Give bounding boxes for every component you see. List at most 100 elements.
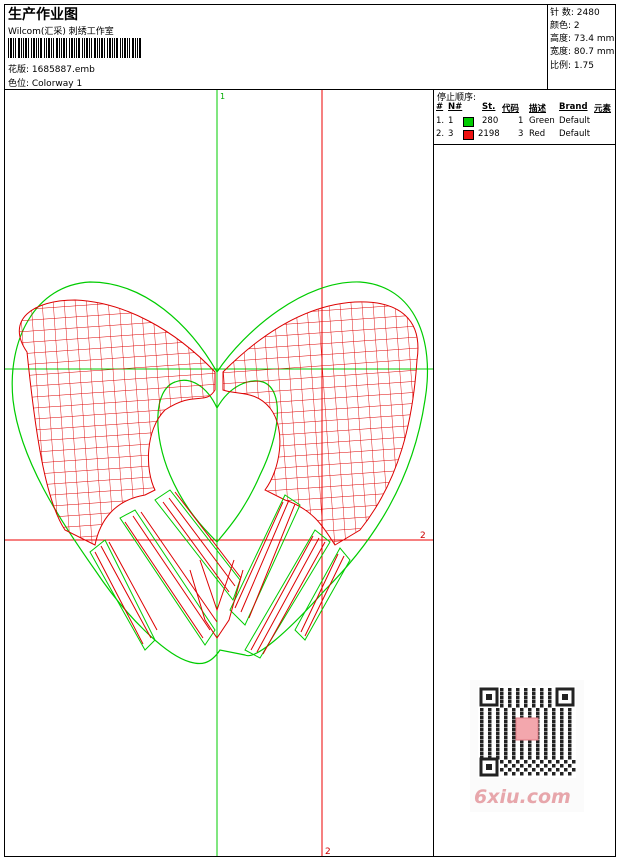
fingers-red-strokes: [94, 491, 345, 655]
barcode-bar: [18, 38, 20, 58]
qr-module: [568, 756, 572, 760]
barcode-bar: [36, 38, 37, 58]
qr-module: [528, 748, 532, 752]
qr-module: [504, 708, 508, 712]
barcode-bar: [120, 38, 121, 58]
qr-module: [552, 756, 556, 760]
qr-module: [568, 736, 572, 740]
barcode-bar: [112, 38, 113, 58]
qr-module: [516, 768, 520, 772]
qr-module: [480, 740, 484, 744]
barcode-bar: [86, 38, 88, 58]
qr-module: [564, 760, 568, 764]
col-header-needle: N#: [448, 102, 463, 112]
qr-module: [568, 772, 572, 776]
axis-label-v2: 2: [325, 847, 331, 856]
barcode-bar: [101, 38, 103, 58]
barcode-bar: [129, 38, 130, 58]
qr-module: [520, 712, 524, 716]
qr-module: [540, 696, 544, 700]
barcode-bar: [40, 38, 42, 58]
barcode-bar: [25, 38, 27, 58]
qr-module: [504, 764, 508, 768]
qr-module: [480, 720, 484, 724]
qr-module: [544, 720, 548, 724]
qr-module: [524, 696, 528, 700]
qr-module: [488, 724, 492, 728]
qr-module: [480, 712, 484, 716]
qr-module: [544, 736, 548, 740]
qr-module: [532, 692, 536, 696]
qr-module: [568, 720, 572, 724]
qr-module: [504, 732, 508, 736]
barcode-bar: [99, 38, 100, 58]
qr-module: [560, 756, 564, 760]
stats-panel: 针 数: 2480 颜色: 2 高度: 73.4 mm 宽度: 80.7 mm …: [547, 5, 615, 89]
qr-module: [504, 724, 508, 728]
barcode-bar: [38, 38, 39, 58]
qr-module: [544, 752, 548, 756]
barcode-bar: [137, 38, 138, 58]
barcode-bar: [91, 38, 92, 58]
qr-module: [496, 716, 500, 720]
qr-module: [552, 716, 556, 720]
qr-module: [544, 744, 548, 748]
company-name: Wilcom(汇采) 刺绣工作室: [8, 27, 114, 37]
barcode-bar: [116, 38, 118, 58]
barcode-bar: [82, 38, 83, 58]
qr-module: [496, 740, 500, 744]
colorway: 色位: Colorway 1: [8, 79, 83, 89]
qr-module: [560, 744, 564, 748]
stat-height: 高度: 73.4 mm: [550, 34, 615, 44]
qr-module: [512, 764, 516, 768]
qr-module: [544, 724, 548, 728]
left-lobe-fill: [18, 299, 216, 546]
qr-module: [536, 752, 540, 756]
col-header-brand: Brand: [559, 102, 588, 112]
qr-module: [520, 752, 524, 756]
barcode-bar: [94, 38, 96, 58]
qr-module: [524, 700, 528, 704]
qr-module: [480, 744, 484, 748]
qr-module: [488, 728, 492, 732]
color-swatch-green: [463, 117, 474, 127]
qr-module: [512, 752, 516, 756]
qr-module: [480, 728, 484, 732]
qr-module: [496, 728, 500, 732]
qr-module: [512, 716, 516, 720]
qr-module: [520, 744, 524, 748]
qr-module: [560, 720, 564, 724]
barcode-bar: [28, 38, 29, 58]
qr-module: [480, 716, 484, 720]
qr-module: [496, 752, 500, 756]
qr-module: [480, 732, 484, 736]
barcode-bar: [71, 38, 73, 58]
qr-module: [552, 720, 556, 724]
qr-module: [512, 712, 516, 716]
barcode-bar: [114, 38, 115, 58]
stop-sequence-table: # N# St. 代码 描述 Brand 元素 1. 1 280 1 Green…: [434, 102, 615, 145]
qr-module: [544, 716, 548, 720]
qr-module: [504, 772, 508, 776]
qr-module: [564, 768, 568, 772]
right-lobe-fill: [222, 301, 419, 546]
qr-module: [528, 764, 532, 768]
qr-module: [560, 728, 564, 732]
barcode-bar: [69, 38, 70, 58]
qr-module: [504, 748, 508, 752]
barcode-bar: [8, 38, 9, 58]
embroidery-preview: 1 2 2: [5, 90, 433, 857]
qr-module: [480, 724, 484, 728]
qr-module: [568, 712, 572, 716]
qr-module: [568, 732, 572, 736]
qr-module: [544, 772, 548, 776]
watermark: 6xiu.com: [474, 786, 571, 808]
barcode: [8, 38, 141, 58]
barcode-bar: [44, 38, 45, 58]
qr-module: [512, 732, 516, 736]
qr-module: [516, 688, 520, 692]
qr-module: [572, 768, 576, 772]
qr-module: [536, 748, 540, 752]
qr-module: [516, 700, 520, 704]
qr-module: [512, 708, 516, 712]
